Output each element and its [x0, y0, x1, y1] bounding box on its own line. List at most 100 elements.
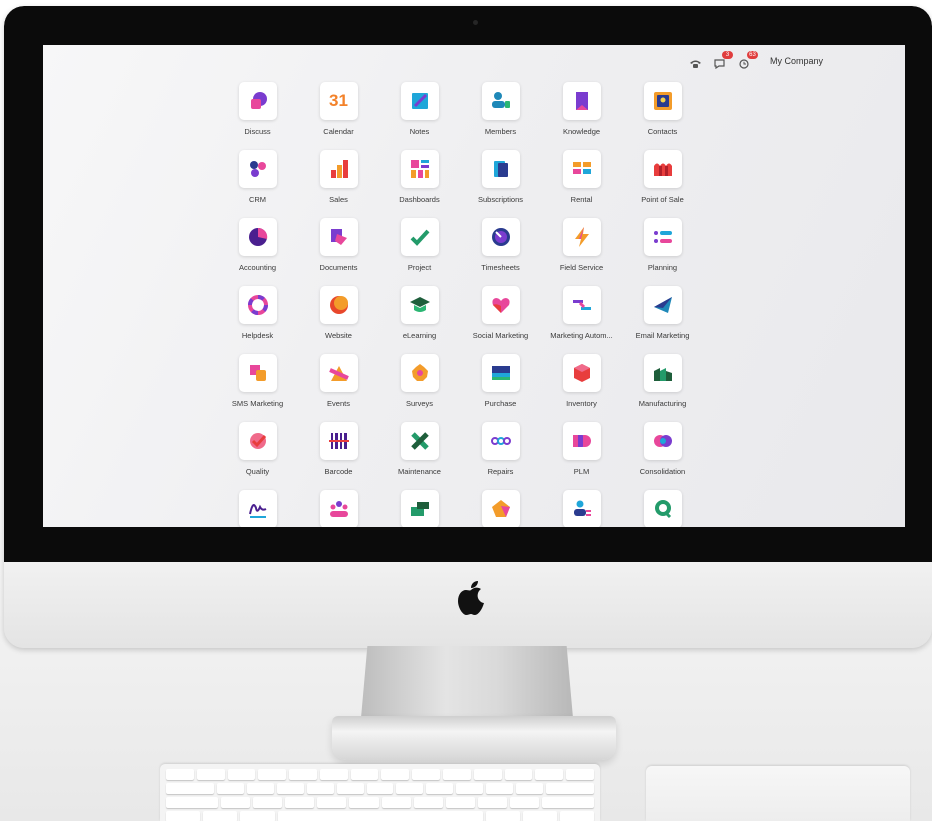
app-marketing-automation[interactable]: Marketing Autom...: [541, 286, 622, 354]
keyboard: [160, 764, 600, 821]
dashboards-icon: [400, 150, 439, 188]
planning-icon: [643, 218, 682, 256]
messages-badge: 3: [721, 51, 733, 59]
app-project[interactable]: Project: [379, 218, 460, 286]
app-calendar[interactable]: 31 Calendar: [298, 82, 379, 150]
plm-icon: [562, 422, 601, 460]
app-sales[interactable]: Sales: [298, 150, 379, 218]
marketing-automation-icon: [562, 286, 601, 324]
app-documents[interactable]: Documents: [298, 218, 379, 286]
app-maintenance[interactable]: Maintenance: [379, 422, 460, 490]
project-icon: [400, 218, 439, 256]
discuss-icon: [238, 82, 277, 120]
documents-icon: [319, 218, 358, 256]
members-icon: [481, 82, 520, 120]
app-employees[interactable]: [298, 490, 379, 527]
sms-marketing-icon: [238, 354, 277, 392]
app-helpdesk[interactable]: Helpdesk: [217, 286, 298, 354]
elearning-icon: [400, 286, 439, 324]
purchase-icon: [481, 354, 520, 392]
barcode-icon: [319, 422, 358, 460]
app-surveys[interactable]: Surveys: [379, 354, 460, 422]
app-planning[interactable]: Planning: [622, 218, 703, 286]
app-crm[interactable]: CRM: [217, 150, 298, 218]
app-members[interactable]: Members: [460, 82, 541, 150]
app-payroll[interactable]: [379, 490, 460, 527]
app-field-service[interactable]: Field Service: [541, 218, 622, 286]
app-events[interactable]: Events: [298, 354, 379, 422]
helpdesk-icon: [238, 286, 277, 324]
app-plm[interactable]: PLM: [541, 422, 622, 490]
website-icon: [319, 286, 358, 324]
app-sms-marketing[interactable]: SMS Marketing: [217, 354, 298, 422]
employees-icon: [319, 490, 358, 527]
app-appraisals[interactable]: [460, 490, 541, 527]
app-point-of-sale[interactable]: Point of Sale: [622, 150, 703, 218]
timesheets-icon: [481, 218, 520, 256]
app-grid: Discuss 31 Calendar Notes Members Knowle…: [217, 82, 703, 527]
app-timesheets[interactable]: Timesheets: [460, 218, 541, 286]
messages-icon[interactable]: 3: [714, 51, 733, 70]
quality-icon: [238, 422, 277, 460]
email-marketing-icon: [643, 286, 682, 324]
app-manufacturing[interactable]: Manufacturing: [622, 354, 703, 422]
crm-icon: [238, 150, 277, 188]
app-elearning[interactable]: eLearning: [379, 286, 460, 354]
top-bar: 3 63 My Company: [689, 51, 823, 70]
subscriptions-icon: [481, 150, 520, 188]
rental-icon: [562, 150, 601, 188]
live-chat-icon: [643, 490, 682, 527]
app-email-marketing[interactable]: Email Marketing: [622, 286, 703, 354]
trackpad: [646, 766, 910, 821]
app-dashboards[interactable]: Dashboards: [379, 150, 460, 218]
screen: 3 63 My Company Discuss 31 Calendar Note…: [43, 45, 905, 527]
app-website[interactable]: Website: [298, 286, 379, 354]
contacts-icon: [643, 82, 682, 120]
camera-dot: [473, 20, 478, 25]
social-marketing-icon: [481, 286, 520, 324]
app-consolidation[interactable]: Consolidation: [622, 422, 703, 490]
activity-clock-icon[interactable]: 63: [739, 51, 758, 69]
consolidation-icon: [643, 422, 682, 460]
app-social-marketing[interactable]: Social Marketing: [460, 286, 541, 354]
phone-icon[interactable]: [689, 56, 702, 68]
repairs-icon: [481, 422, 520, 460]
accounting-icon: [238, 218, 277, 256]
manufacturing-icon: [643, 354, 682, 392]
point-of-sale-icon: [643, 150, 682, 188]
app-barcode[interactable]: Barcode: [298, 422, 379, 490]
app-inventory[interactable]: Inventory: [541, 354, 622, 422]
surveys-icon: [400, 354, 439, 392]
app-recruitment[interactable]: [541, 490, 622, 527]
app-purchase[interactable]: Purchase: [460, 354, 541, 422]
payroll-icon: [400, 490, 439, 527]
field-service-icon: [562, 218, 601, 256]
appraisals-icon: [481, 490, 520, 527]
inventory-icon: [562, 354, 601, 392]
events-icon: [319, 354, 358, 392]
app-notes[interactable]: Notes: [379, 82, 460, 150]
calendar-icon: 31: [319, 82, 358, 120]
activity-badge: 63: [746, 51, 758, 59]
app-subscriptions[interactable]: Subscriptions: [460, 150, 541, 218]
app-discuss[interactable]: Discuss: [217, 82, 298, 150]
app-live-chat[interactable]: [622, 490, 703, 527]
apple-logo-icon: [458, 581, 484, 615]
sign-icon: [238, 490, 277, 527]
monitor-stand-base: [332, 716, 616, 760]
knowledge-icon: [562, 82, 601, 120]
app-knowledge[interactable]: Knowledge: [541, 82, 622, 150]
company-switcher[interactable]: My Company: [770, 56, 823, 66]
app-contacts[interactable]: Contacts: [622, 82, 703, 150]
app-sign[interactable]: [217, 490, 298, 527]
app-accounting[interactable]: Accounting: [217, 218, 298, 286]
notes-icon: [400, 82, 439, 120]
app-quality[interactable]: Quality: [217, 422, 298, 490]
sales-icon: [319, 150, 358, 188]
monitor-stand-neck: [361, 646, 573, 718]
app-rental[interactable]: Rental: [541, 150, 622, 218]
recruitment-icon: [562, 490, 601, 527]
imac-monitor: 3 63 My Company Discuss 31 Calendar Note…: [4, 6, 932, 648]
app-repairs[interactable]: Repairs: [460, 422, 541, 490]
maintenance-icon: [400, 422, 439, 460]
